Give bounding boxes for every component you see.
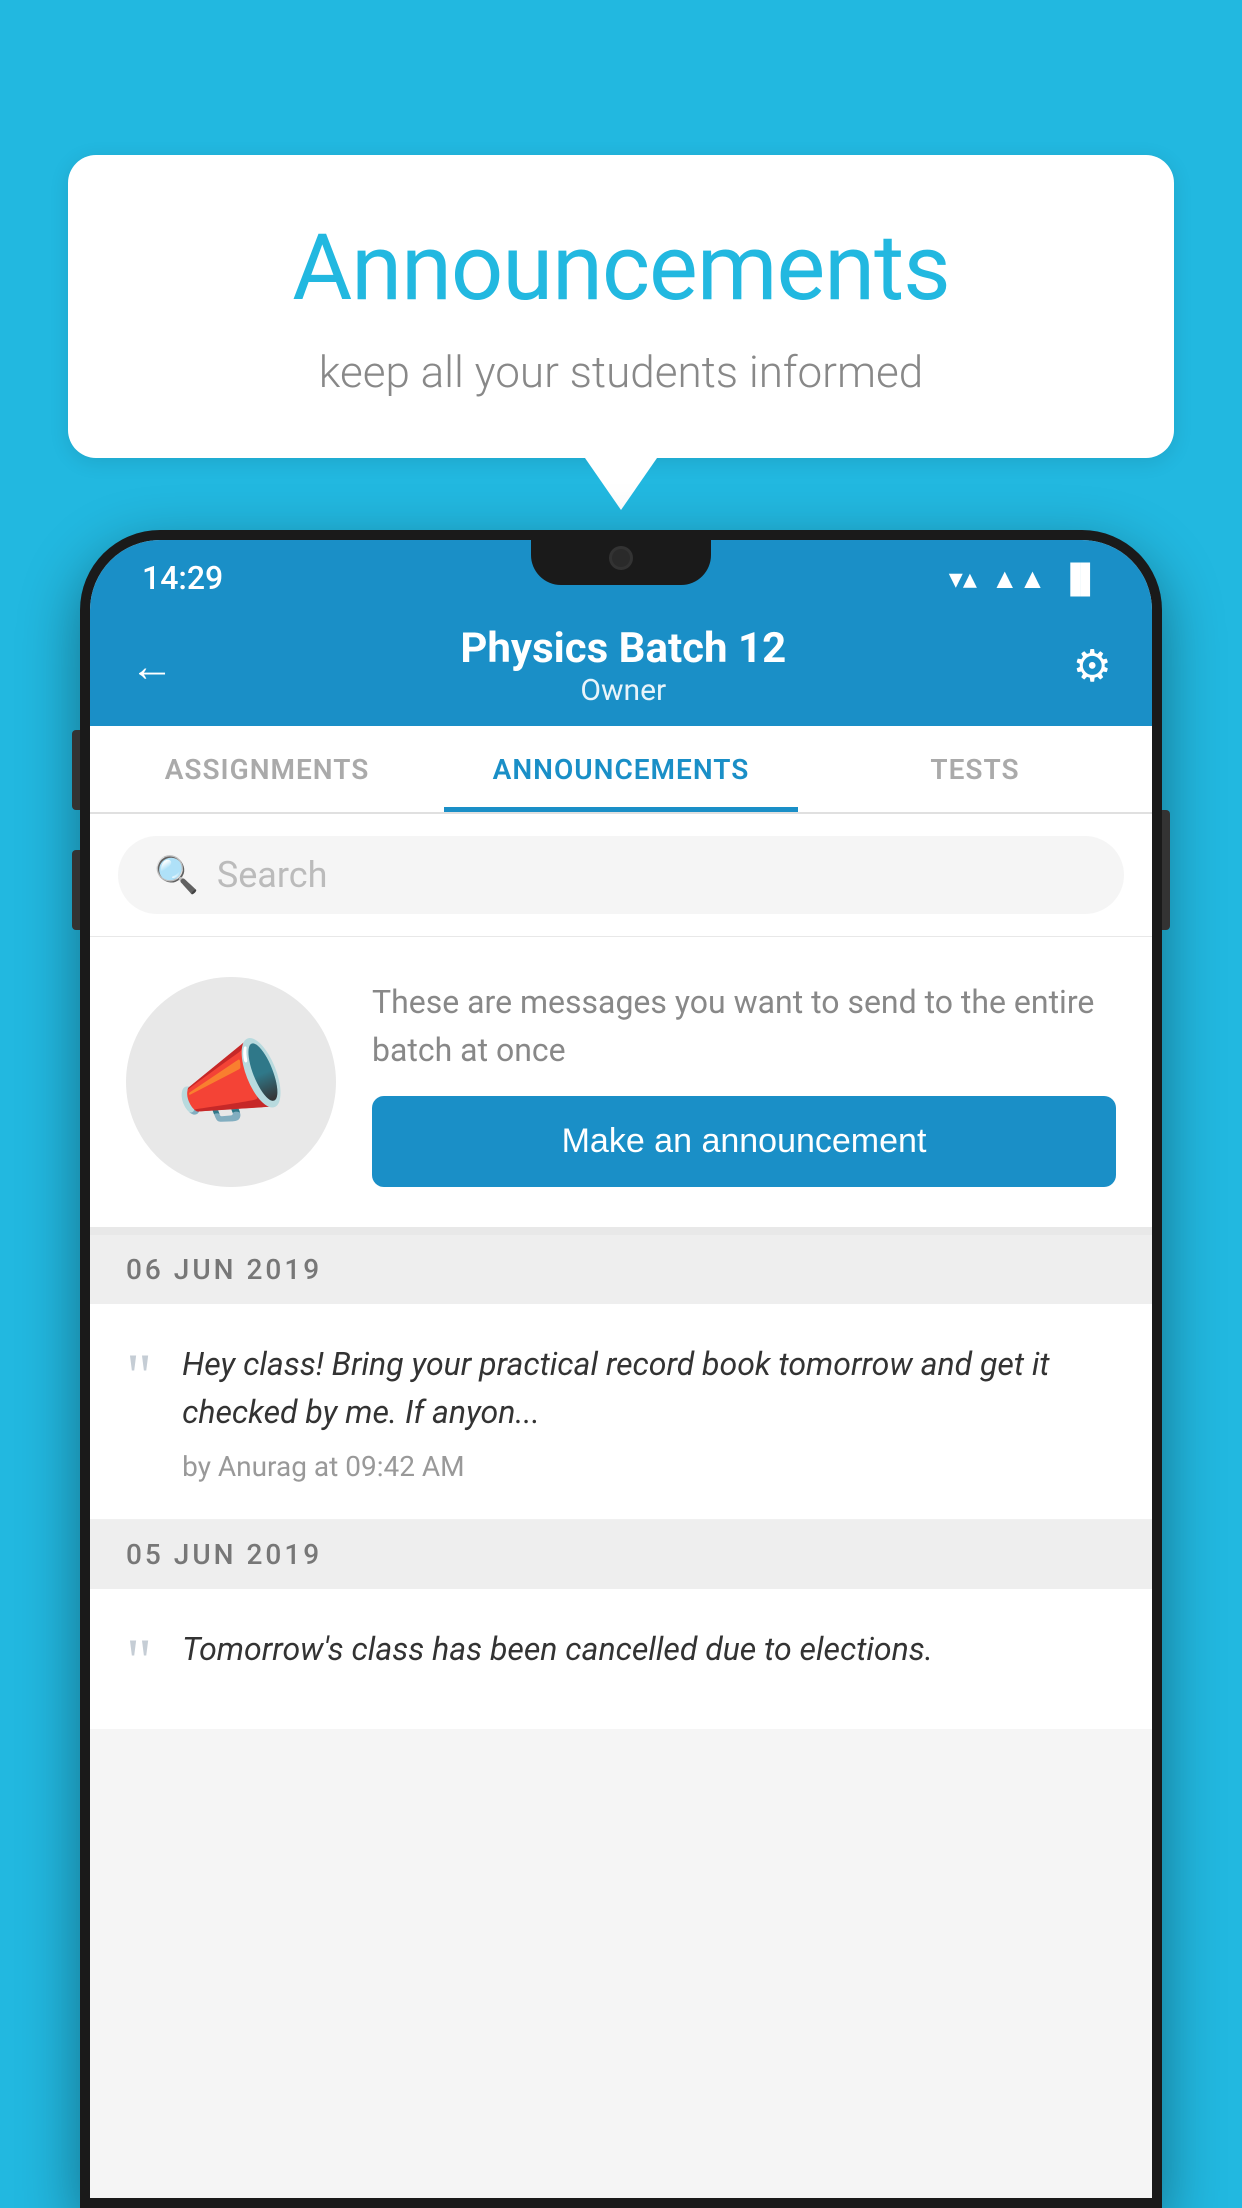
volume-up-button xyxy=(72,730,80,810)
announcement-message-2: Tomorrow's class has been cancelled due … xyxy=(182,1625,1116,1673)
quote-icon-2: " xyxy=(126,1629,152,1693)
announcement-meta-1: by Anurag at 09:42 AM xyxy=(182,1450,1116,1483)
announcement-message-1: Hey class! Bring your practical record b… xyxy=(182,1340,1116,1436)
phone-frame: 14:29 ▾▴ ▲▲ ▐▌ ← Physics Batch 12 Owner … xyxy=(80,530,1162,2208)
phone-screen: 14:29 ▾▴ ▲▲ ▐▌ ← Physics Batch 12 Owner … xyxy=(90,540,1152,2198)
announcement-intro-description: These are messages you want to send to t… xyxy=(372,978,1116,1074)
announcement-content-1: Hey class! Bring your practical record b… xyxy=(182,1340,1116,1483)
announcement-item-1: " Hey class! Bring your practical record… xyxy=(90,1304,1152,1520)
search-container: 🔍 Search xyxy=(90,814,1152,937)
header-subtitle: Owner xyxy=(174,673,1073,708)
tab-assignments[interactable]: ASSIGNMENTS xyxy=(90,726,444,812)
search-input-wrapper[interactable]: 🔍 Search xyxy=(118,836,1124,914)
header-title-group: Physics Batch 12 Owner xyxy=(174,624,1073,708)
announcement-intro: 📣 These are messages you want to send to… xyxy=(90,937,1152,1235)
phone-container: 14:29 ▾▴ ▲▲ ▐▌ ← Physics Batch 12 Owner … xyxy=(80,530,1162,2208)
search-icon: 🔍 xyxy=(154,854,199,896)
bubble-subtitle: keep all your students informed xyxy=(138,346,1104,398)
megaphone-icon: 📣 xyxy=(175,1030,287,1135)
announcement-icon-circle: 📣 xyxy=(126,977,336,1187)
volume-down-button xyxy=(72,850,80,930)
announcement-intro-right: These are messages you want to send to t… xyxy=(372,978,1116,1187)
date-separator-2: 05 JUN 2019 xyxy=(90,1520,1152,1589)
speech-bubble-section: Announcements keep all your students inf… xyxy=(68,155,1174,510)
settings-icon[interactable]: ⚙ xyxy=(1073,640,1112,692)
announcement-item-2: " Tomorrow's class has been cancelled du… xyxy=(90,1589,1152,1729)
tab-tests[interactable]: TESTS xyxy=(798,726,1152,812)
tab-announcements[interactable]: ANNOUNCEMENTS xyxy=(444,726,798,812)
phone-notch xyxy=(531,530,711,585)
speech-bubble-tail xyxy=(585,458,657,510)
quote-icon-1: " xyxy=(126,1344,152,1408)
date-separator-1: 06 JUN 2019 xyxy=(90,1235,1152,1304)
header-title: Physics Batch 12 xyxy=(174,624,1073,673)
announcement-content-2: Tomorrow's class has been cancelled due … xyxy=(182,1625,1116,1687)
phone-notch-area xyxy=(80,530,1162,630)
speech-bubble-card: Announcements keep all your students inf… xyxy=(68,155,1174,458)
search-placeholder: Search xyxy=(217,854,328,896)
bubble-title: Announcements xyxy=(138,215,1104,322)
back-button[interactable]: ← xyxy=(130,640,174,692)
front-camera xyxy=(609,546,633,570)
tabs-container: ASSIGNMENTS ANNOUNCEMENTS TESTS xyxy=(90,726,1152,814)
power-button xyxy=(1162,810,1170,930)
make-announcement-button[interactable]: Make an announcement xyxy=(372,1096,1116,1187)
